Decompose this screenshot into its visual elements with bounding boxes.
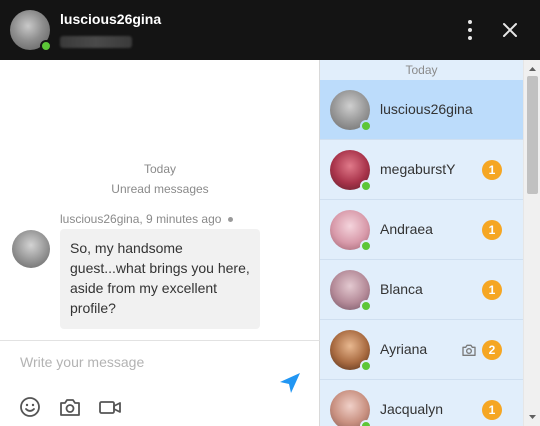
header-avatar[interactable] (10, 10, 52, 52)
sidebar-scrollbar[interactable] (523, 60, 540, 426)
online-indicator (360, 300, 372, 312)
online-indicator (360, 180, 372, 192)
online-indicator (360, 240, 372, 252)
message-input[interactable] (0, 341, 270, 383)
contact-avatar (330, 390, 372, 426)
sidebar-day-label: Today (405, 63, 438, 77)
header-username[interactable]: luscious26gina (60, 11, 161, 27)
unread-badge: 2 (482, 340, 502, 360)
unread-separator: Unread messages (111, 182, 209, 196)
close-icon[interactable] (498, 18, 522, 42)
message-area: Today Unread messages luscious26gina, 9 … (0, 60, 320, 340)
contact-name: luscious26gina (380, 101, 473, 117)
more-vert-icon[interactable] (462, 18, 478, 42)
contact-item[interactable]: Ayriana 2 (320, 320, 523, 380)
message-composer (0, 340, 320, 426)
contact-name: Ayriana (380, 341, 428, 357)
contact-item[interactable]: Andraea 1 (320, 200, 523, 260)
camera-icon[interactable] (58, 395, 82, 419)
header-subtitle-blurred (60, 36, 132, 48)
message-meta: luscious26gina, 9 minutes ago (60, 212, 234, 226)
send-icon[interactable] (278, 371, 302, 395)
day-separator: Today (143, 162, 177, 176)
online-indicator (40, 40, 52, 52)
status-dot-icon (228, 217, 234, 223)
unread-badge: 1 (482, 220, 502, 240)
contact-name: Blanca (380, 281, 423, 297)
contact-item[interactable]: Jacqualyn 1 (320, 380, 523, 426)
contact-name: megaburstY (380, 161, 456, 177)
contact-avatar (330, 270, 372, 312)
camera-icon (462, 344, 476, 356)
contact-item[interactable]: luscious26gina (320, 80, 523, 140)
video-icon[interactable] (98, 395, 122, 419)
online-indicator (360, 420, 372, 426)
unread-badge: 1 (482, 400, 502, 420)
contact-avatar (330, 210, 372, 252)
contact-avatar (330, 150, 372, 192)
chat-header: luscious26gina (0, 0, 540, 60)
message-meta-text: luscious26gina, 9 minutes ago (60, 212, 222, 226)
online-indicator (360, 120, 372, 132)
contact-name: Andraea (380, 221, 433, 237)
contact-name: Jacqualyn (380, 401, 444, 417)
scroll-down-arrow-icon[interactable] (524, 410, 540, 424)
contact-item[interactable]: Blanca 1 (320, 260, 523, 320)
scroll-up-arrow-icon[interactable] (524, 62, 540, 76)
contacts-sidebar: Today luscious26gina megaburstY 1 Andrae… (320, 60, 540, 426)
unread-badge: 1 (482, 160, 502, 180)
message-avatar[interactable] (12, 230, 50, 268)
message-bubble: So, my handsome guest...what brings you … (60, 229, 260, 329)
contact-avatar (330, 330, 372, 372)
emoji-icon[interactable] (18, 395, 42, 419)
contact-item[interactable]: megaburstY 1 (320, 140, 523, 200)
unread-badge: 1 (482, 280, 502, 300)
contact-avatar (330, 90, 372, 132)
online-indicator (360, 360, 372, 372)
contacts-list: luscious26gina megaburstY 1 Andraea 1 Bl… (320, 80, 523, 426)
scrollbar-thumb[interactable] (527, 76, 538, 194)
